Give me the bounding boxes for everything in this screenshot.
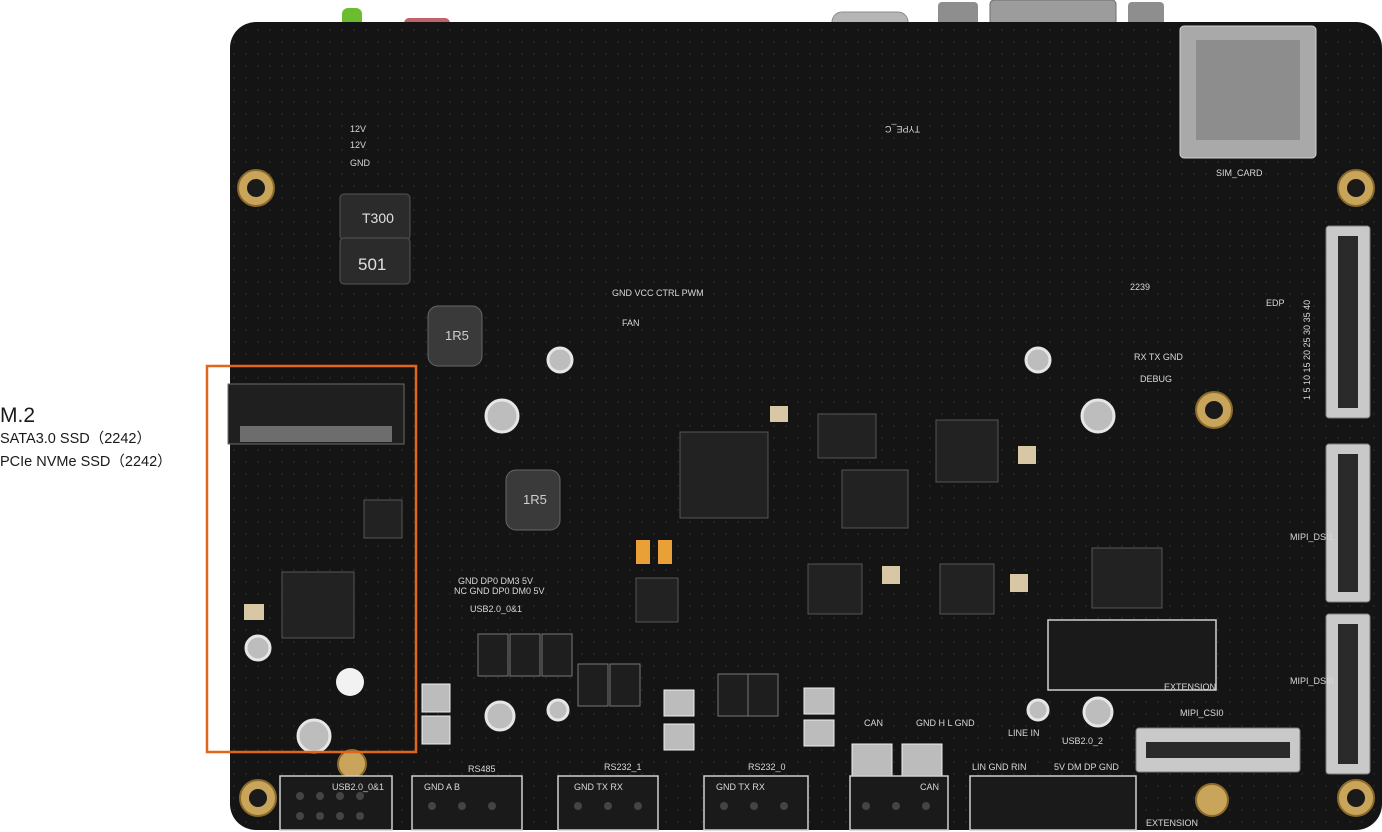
mipi-dsi1-label: MIPI_DSI1	[1290, 532, 1334, 542]
usb-pins-b: GND DP0 DM3 5V	[458, 576, 533, 586]
power-label-12v-b: 12V	[350, 140, 366, 150]
edp-pin-ticks: 1 5 10 15 20 25 30 35 40	[1302, 300, 1312, 400]
power-label-gnd: GND	[350, 158, 371, 168]
can-label: CAN	[864, 718, 883, 728]
inductor-label-3: 1R5	[445, 328, 469, 343]
rs232-1-label: RS232_1	[604, 762, 642, 772]
rs232-1-pins: GND TX RX	[574, 782, 623, 792]
m2-pcie-line: PCIe NVMe SSD（2242）	[0, 454, 172, 470]
usb2-label: USB2.0_2	[1062, 736, 1103, 746]
m2-callout: M.2 SATA3.0 SSD（2242） PCIe NVMe SSD（2242…	[0, 404, 172, 474]
usb-label-1: USB2.0_0&1	[470, 604, 522, 614]
m2-title: M.2	[0, 404, 36, 427]
inductor-label-4: 1R5	[523, 492, 547, 507]
line-in-label: LINE IN	[1008, 728, 1040, 738]
fan-pins: GND VCC CTRL PWM	[612, 288, 704, 298]
usb2-pins: 5V DM DP GND	[1054, 762, 1119, 772]
rs232-0-pins: GND TX RX	[716, 782, 765, 792]
mipi-dsi0-label: MIPI_DSI0	[1290, 676, 1334, 686]
usb-label-0: USB2.0_0&1	[332, 782, 384, 792]
rs485-pins: GND A B	[424, 782, 460, 792]
usb-pins-a: NC GND DP0 DM0 5V	[454, 586, 545, 596]
fan-label: FAN	[622, 318, 640, 328]
type-c-label: TYPE_C	[884, 124, 920, 134]
debug-pins: RX TX GND	[1134, 352, 1183, 362]
inductor-label-2: 501	[358, 255, 386, 274]
extension-label: EXTENSION	[1164, 682, 1216, 692]
board-illustration: SIM_CARD T300 501 1R5 1R5 TYPE_C EDP DEB…	[205, 0, 1382, 831]
inductor-label-1: T300	[362, 210, 394, 226]
rs485-label: RS485	[468, 764, 496, 774]
date-code: 2239	[1130, 282, 1150, 292]
m2-sata-line: SATA3.0 SSD（2242）	[0, 431, 151, 447]
edp-label: EDP	[1266, 298, 1285, 308]
rs232-0-label: RS232_0	[748, 762, 786, 772]
sim-card-label: SIM_CARD	[1216, 168, 1263, 178]
can-pins: GND H L GND	[916, 718, 975, 728]
line-in-pins: LIN GND RIN	[972, 762, 1027, 772]
power-label-12v-a: 12V	[350, 124, 366, 134]
can-bottom-label: CAN	[920, 782, 939, 792]
extension-bottom-label: EXTENSION	[1146, 818, 1198, 828]
mipi-csi0-label: MIPI_CSI0	[1180, 708, 1224, 718]
debug-label: DEBUG	[1140, 374, 1172, 384]
